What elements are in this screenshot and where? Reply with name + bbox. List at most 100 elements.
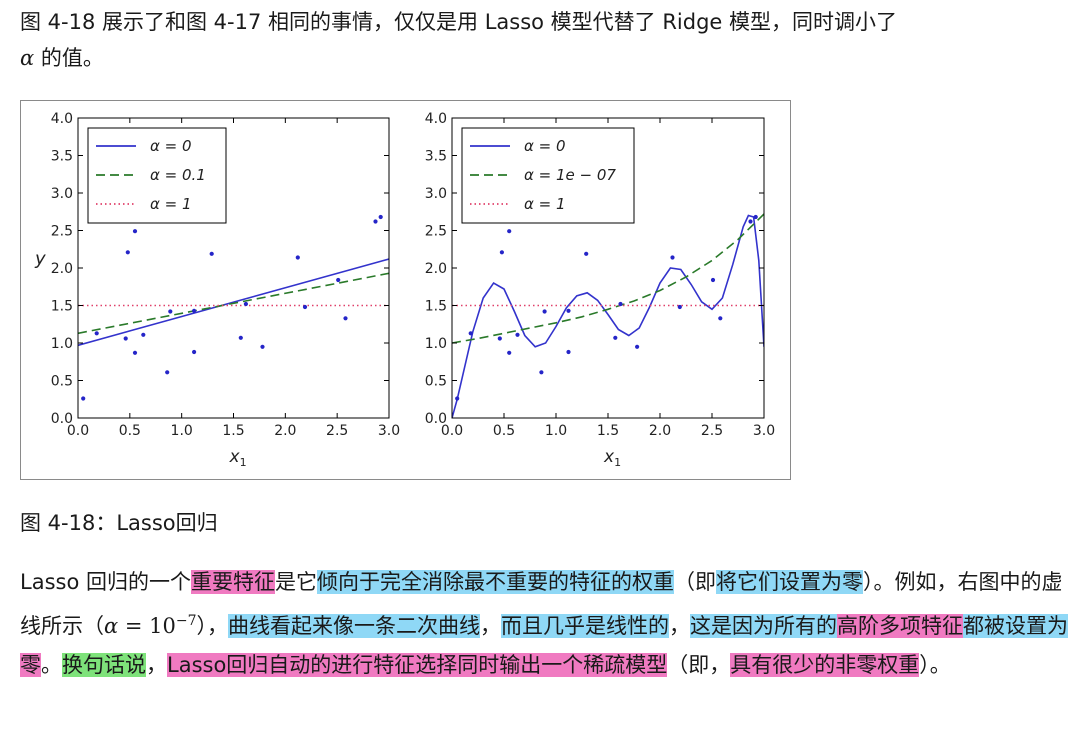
y-tick-label: 4.0 [425, 111, 447, 127]
data-point [141, 332, 146, 337]
x-tick-label: 1.0 [171, 423, 193, 439]
data-point [710, 277, 716, 283]
data-point [302, 304, 308, 310]
data-point [499, 250, 504, 255]
highlight-green: 换句话说 [62, 653, 146, 677]
legend-label: α = 0 [150, 137, 192, 155]
data-point [566, 308, 571, 313]
data-point [132, 229, 138, 234]
legend-label: α = 1e − 07 [524, 166, 616, 184]
data-point [613, 335, 618, 340]
y-axis-label: y [34, 248, 46, 269]
data-point [373, 219, 378, 224]
data-point [81, 396, 86, 401]
text-run: （即 [673, 570, 716, 594]
x-tick-label: 2.5 [326, 423, 348, 439]
y-tick-label: 3.0 [425, 186, 447, 202]
math-alpha: α [104, 614, 119, 638]
highlight-pink: 具有很少的非零权重 [730, 653, 920, 677]
highlight-blue: 将它们设置为零 [715, 570, 863, 594]
text-run: ， [669, 614, 690, 638]
data-point [295, 255, 300, 260]
data-point [336, 277, 341, 283]
highlight-pink: 零 [20, 653, 41, 677]
intro-line-2: α 的值。 [20, 40, 1080, 76]
data-point [677, 304, 682, 310]
y-tick-label: 2.5 [51, 224, 73, 240]
text-run: ， [480, 614, 501, 638]
figure-4-18: 0.0 0.5 1.0 1.5 2.0 2.5 3.0 0.0 0.5 1.0 1.5 2.0 2.5 3… [20, 100, 791, 480]
y-tick-label: 3.5 [425, 149, 447, 165]
x-tick-label: 1.0 [545, 423, 567, 439]
y-tick-label: 2.5 [425, 224, 447, 240]
x-axis-label: x1 [603, 447, 621, 469]
math-exponent: −7 [175, 613, 197, 629]
text-run: ）。 [919, 653, 951, 677]
y-tick-label: 2.0 [51, 261, 73, 277]
y-tick-label: 1.5 [425, 299, 447, 315]
data-point [542, 309, 547, 314]
x-tick-label: 3.0 [753, 423, 775, 439]
data-point [748, 219, 753, 224]
data-point [507, 350, 512, 355]
plot-left: 0.0 0.5 1.0 1.5 2.0 2.5 3.00.00.51.01.52.02.53… [34, 111, 400, 469]
highlight-pink: 高阶多项特征 [837, 614, 963, 638]
data-point [165, 370, 170, 375]
data-point [125, 250, 130, 255]
y-tick-label: 2.0 [425, 261, 447, 277]
y-tick-label: 0.0 [51, 411, 73, 427]
highlight-pink: 重要特征 [190, 570, 275, 594]
x-tick-label: 2.0 [649, 423, 671, 439]
data-point [670, 255, 675, 260]
intro-line-2-rest: 的值。 [34, 46, 104, 70]
highlight-blue: 都被设置为 [963, 614, 1068, 638]
x-tick-label: 0.5 [493, 423, 515, 439]
data-point [343, 316, 348, 321]
data-point [515, 332, 520, 337]
y-tick-label: 1.0 [425, 336, 447, 352]
data-point [238, 335, 243, 340]
x-tick-label: 3.0 [378, 423, 400, 439]
data-point [753, 214, 758, 220]
x-axis-label: x1 [229, 447, 247, 469]
data-point [192, 308, 197, 313]
plot-right: 0.0 0.5 1.0 1.5 2.0 2.5 3.00.00.51.01.52.02.53… [425, 111, 775, 469]
figure-caption: 图 4-18：Lasso回归 [20, 511, 218, 535]
data-point [192, 349, 197, 355]
highlight-blue: 这是因为所有的 [690, 614, 837, 638]
legend-label: α = 1 [524, 195, 566, 213]
data-point [378, 214, 383, 220]
data-point [507, 229, 512, 234]
text-run: ， [146, 653, 167, 677]
text-run: ）， [196, 614, 229, 638]
data-point [539, 370, 544, 375]
y-tick-label: 1.0 [51, 336, 73, 352]
y-tick-label: 0.5 [51, 374, 73, 390]
y-tick-label: 4.0 [51, 111, 73, 127]
legend-label: α = 0 [524, 137, 566, 155]
legend-label: α = 1 [150, 195, 192, 213]
data-point [260, 344, 265, 349]
data-point [132, 350, 138, 355]
legend-label: α = 0.1 [150, 166, 206, 184]
figure-plots: 0.0 0.5 1.0 1.5 2.0 2.5 3.0 0.0 0.5 1.0 1.5 2.0 2.5 3… [34, 111, 775, 469]
data-point [618, 301, 623, 307]
y-tick-label: 3.0 [51, 186, 73, 202]
data-point [168, 309, 173, 314]
text-run: 。 [41, 653, 62, 677]
highlight-pink: Lasso回归自动的进行特征选择同时输出一个稀疏模型 [167, 653, 668, 677]
data-point [566, 349, 571, 355]
text-run: （即， [667, 653, 731, 677]
data-point [468, 331, 473, 336]
y-tick-label: 0.0 [425, 411, 447, 427]
y-tick-label: 1.5 [51, 299, 73, 315]
data-point [497, 336, 502, 341]
data-point [123, 336, 128, 341]
math-equals: = 10 [118, 614, 176, 638]
x-tick-label: 2.5 [701, 423, 723, 439]
intro-line-1: 图 4-18 展示了和图 4-17 相同的事情，仅仅是用 Lasso 模型代替了… [20, 10, 898, 34]
y-tick-label: 0.5 [425, 374, 447, 390]
data-point [635, 344, 640, 349]
data-point [455, 396, 460, 401]
x-tick-label: 1.5 [222, 423, 244, 439]
